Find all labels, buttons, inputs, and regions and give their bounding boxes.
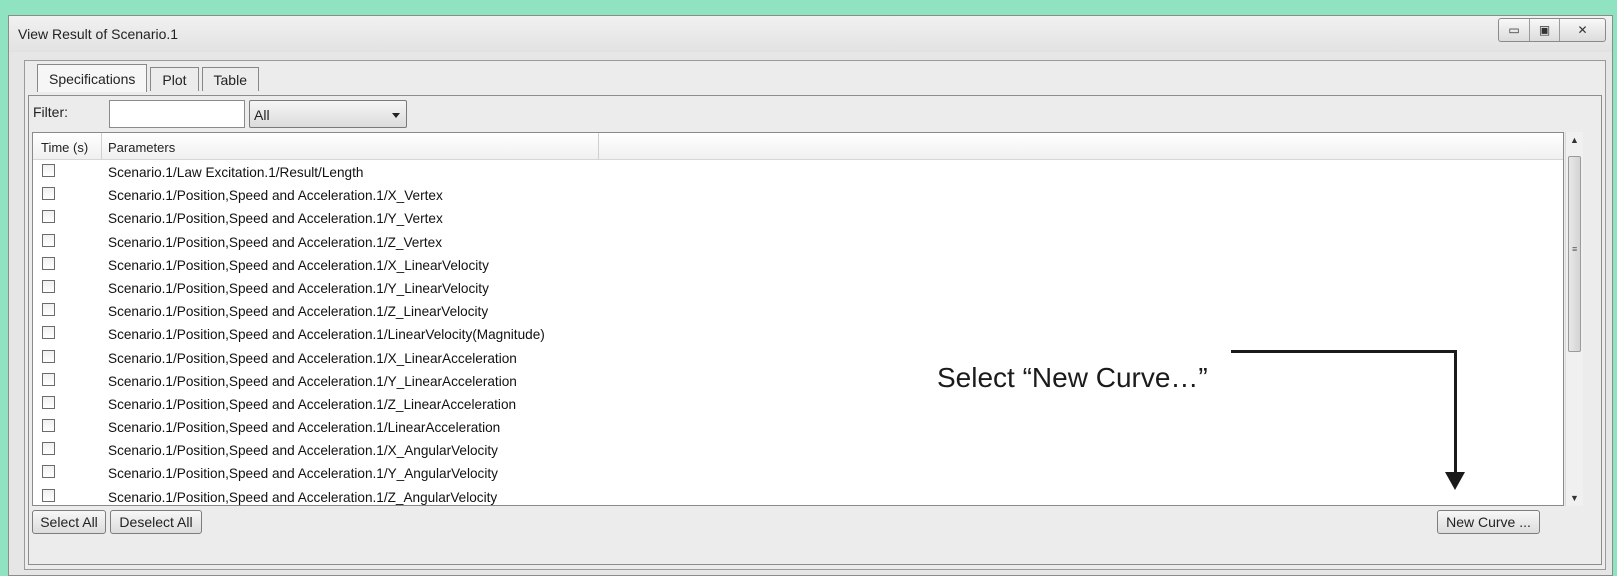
row-checkbox[interactable] bbox=[42, 372, 55, 386]
filter-select[interactable]: All bbox=[249, 100, 407, 128]
row-label: Scenario.1/Position,Speed and Accelerati… bbox=[108, 373, 517, 389]
arrow-down-icon bbox=[1445, 472, 1465, 490]
row-checkbox[interactable] bbox=[42, 210, 55, 224]
row-checkbox[interactable] bbox=[42, 326, 55, 340]
row-checkbox[interactable] bbox=[42, 303, 55, 317]
row-label: Scenario.1/Position,Speed and Accelerati… bbox=[108, 211, 443, 227]
row-label: Scenario.1/Position,Speed and Accelerati… bbox=[108, 234, 443, 250]
filter-input[interactable] bbox=[109, 100, 245, 128]
specifications-content: Filter: All Time (s) Parameters Scenario… bbox=[28, 95, 1602, 565]
row-checkbox[interactable] bbox=[42, 488, 55, 502]
filter-select-value: All bbox=[254, 107, 270, 123]
annotation-arrow-line bbox=[1231, 350, 1457, 353]
grip-icon: ≡ bbox=[1572, 244, 1578, 254]
list-item[interactable]: Scenario.1/Position,Speed and Accelerati… bbox=[33, 300, 1563, 323]
list-item[interactable]: Scenario.1/Position,Speed and Accelerati… bbox=[33, 393, 1563, 416]
row-checkbox[interactable] bbox=[42, 442, 55, 456]
window-title: View Result of Scenario.1 bbox=[18, 26, 179, 42]
new-curve-button[interactable]: New Curve ... bbox=[1437, 510, 1540, 534]
list-item[interactable]: Scenario.1/Position,Speed and Accelerati… bbox=[33, 207, 1563, 230]
filter-label: Filter: bbox=[33, 104, 68, 120]
list-item[interactable]: Scenario.1/Position,Speed and Accelerati… bbox=[33, 231, 1563, 254]
scroll-up-icon[interactable]: ▲ bbox=[1570, 135, 1579, 145]
maximize-button[interactable]: ▣ bbox=[1529, 19, 1559, 41]
row-checkbox[interactable] bbox=[42, 395, 55, 409]
row-label: Scenario.1/Position,Speed and Accelerati… bbox=[108, 420, 501, 436]
vertical-scrollbar[interactable]: ▲ ≡ ▼ bbox=[1565, 132, 1583, 506]
row-label: Scenario.1/Position,Speed and Accelerati… bbox=[108, 327, 545, 343]
window-controls: ▭ ▣ ✕ bbox=[1498, 18, 1606, 42]
scrollbar-thumb[interactable]: ≡ bbox=[1568, 156, 1581, 352]
tab-plot[interactable]: Plot bbox=[150, 67, 199, 91]
annotation-arrow-line-vertical bbox=[1454, 350, 1457, 474]
list-item[interactable]: Scenario.1/Position,Speed and Accelerati… bbox=[33, 416, 1563, 439]
minimize-icon: ▭ bbox=[1508, 23, 1520, 37]
list-item[interactable]: Scenario.1/Position,Speed and Accelerati… bbox=[33, 277, 1563, 300]
tab-bar: Specifications Plot Table bbox=[37, 64, 262, 92]
row-label: Scenario.1/Position,Speed and Accelerati… bbox=[108, 280, 489, 296]
row-checkbox[interactable] bbox=[42, 279, 55, 293]
row-label: Scenario.1/Law Excitation.1/Result/Lengt… bbox=[108, 165, 364, 180]
close-button[interactable]: ✕ bbox=[1559, 19, 1605, 41]
parameter-list: Time (s) Parameters Scenario.1/Law Excit… bbox=[32, 132, 1564, 506]
list-item[interactable]: Scenario.1/Position,Speed and Accelerati… bbox=[33, 370, 1563, 393]
list-header: Time (s) Parameters bbox=[33, 133, 1563, 160]
close-icon: ✕ bbox=[1577, 23, 1588, 37]
main-panel: Specifications Plot Table Filter: All Ti… bbox=[24, 60, 1606, 570]
list-item[interactable]: Scenario.1/Position,Speed and Accelerati… bbox=[33, 184, 1563, 207]
minimize-button[interactable]: ▭ bbox=[1499, 19, 1529, 41]
row-label: Scenario.1/Position,Speed and Accelerati… bbox=[108, 466, 498, 482]
list-rows: Scenario.1/Law Excitation.1/Result/Lengt… bbox=[33, 161, 1563, 505]
deselect-all-button[interactable]: Deselect All bbox=[110, 510, 202, 534]
column-header-parameters-label: Parameters bbox=[108, 140, 176, 155]
column-header-parameters[interactable]: Parameters bbox=[102, 133, 599, 159]
row-label: Scenario.1/Position,Speed and Accelerati… bbox=[108, 396, 517, 412]
list-item[interactable]: Scenario.1/Position,Speed and Accelerati… bbox=[33, 486, 1563, 505]
row-label: Scenario.1/Position,Speed and Accelerati… bbox=[108, 489, 498, 505]
row-checkbox[interactable] bbox=[42, 349, 55, 363]
row-label: Scenario.1/Position,Speed and Accelerati… bbox=[108, 443, 498, 459]
row-checkbox[interactable] bbox=[42, 419, 55, 433]
list-item[interactable]: Scenario.1/Law Excitation.1/Result/Lengt… bbox=[33, 161, 1563, 184]
maximize-icon: ▣ bbox=[1538, 23, 1551, 37]
chevron-down-icon bbox=[392, 113, 400, 118]
instruction-annotation: Select “New Curve…” bbox=[937, 362, 1208, 393]
row-label: Scenario.1/Position,Speed and Accelerati… bbox=[108, 304, 489, 320]
tab-table[interactable]: Table bbox=[201, 67, 259, 91]
row-label: Scenario.1/Position,Speed and Accelerati… bbox=[108, 257, 489, 273]
title-bar[interactable]: View Result of Scenario.1 ▭ ▣ ✕ bbox=[9, 16, 1612, 52]
scroll-down-icon[interactable]: ▼ bbox=[1570, 493, 1579, 503]
list-item[interactable]: Scenario.1/Position,Speed and Accelerati… bbox=[33, 439, 1563, 462]
tab-specifications[interactable]: Specifications bbox=[37, 64, 148, 92]
list-item[interactable]: Scenario.1/Position,Speed and Accelerati… bbox=[33, 462, 1563, 485]
select-all-button[interactable]: Select All bbox=[32, 510, 106, 534]
column-header-time-label: Time (s) bbox=[41, 140, 89, 155]
column-header-time[interactable]: Time (s) bbox=[33, 133, 102, 159]
row-checkbox[interactable] bbox=[42, 465, 55, 479]
row-label: Scenario.1/Position,Speed and Accelerati… bbox=[108, 350, 517, 366]
row-label: Scenario.1/Position,Speed and Accelerati… bbox=[108, 188, 443, 204]
row-checkbox[interactable] bbox=[42, 256, 55, 270]
row-checkbox[interactable] bbox=[42, 164, 55, 177]
list-item[interactable]: Scenario.1/Position,Speed and Accelerati… bbox=[33, 323, 1563, 346]
result-window: View Result of Scenario.1 ▭ ▣ ✕ Specific… bbox=[8, 15, 1613, 576]
row-checkbox[interactable] bbox=[42, 187, 55, 201]
list-item[interactable]: Scenario.1/Position,Speed and Accelerati… bbox=[33, 254, 1563, 277]
row-checkbox[interactable] bbox=[42, 233, 55, 247]
